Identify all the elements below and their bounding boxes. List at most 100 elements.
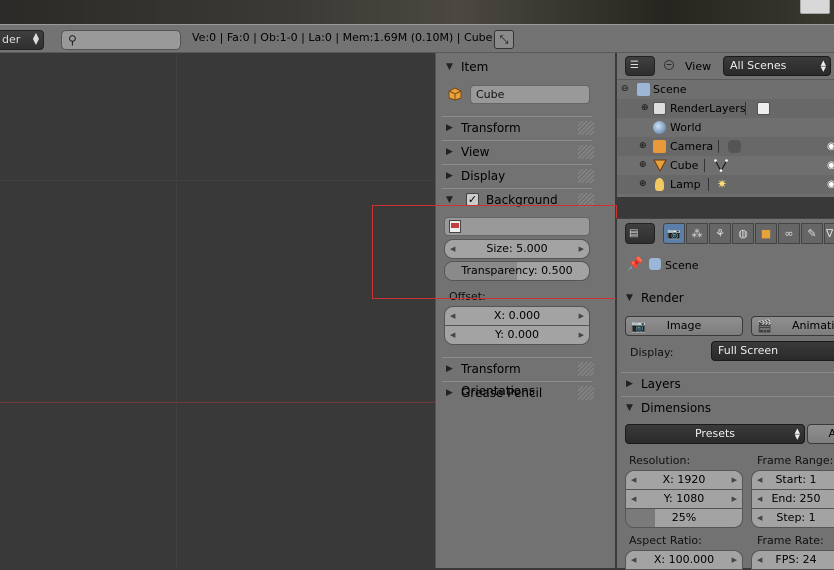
presets-label: Presets (694, 427, 736, 440)
outliner-row-world[interactable]: World (617, 118, 834, 137)
panel-render-header[interactable]: ▼ Render (621, 287, 834, 309)
tab-scene[interactable]: ⚘ (709, 223, 731, 244)
panel-display-header[interactable]: ▶ Display (442, 164, 594, 186)
drag-grip-icon[interactable] (578, 121, 594, 135)
frame-range-label: Frame Range: (757, 454, 834, 467)
offset-y-field[interactable]: ◀ Y: 0.000 ▶ (444, 325, 590, 345)
window-maximize-button[interactable] (800, 0, 830, 14)
fps-select[interactable]: ◀ FPS: 24 (751, 550, 834, 570)
mesh-data-icon[interactable] (714, 159, 728, 173)
increment-arrow-icon: ▶ (731, 476, 737, 484)
tab-modifiers[interactable]: ✎ (801, 223, 823, 244)
info-header: der ▲ ▼ ⚲ Ve:0 | Fa:0 | Ob:1-0 | La:0 | M… (0, 24, 834, 53)
collapse-toggle-icon[interactable]: − (664, 60, 674, 70)
fps-value: FPS: 24 (775, 553, 817, 566)
display-mode-select[interactable]: All Scenes ▲ ▼ (723, 56, 831, 76)
lamp-data-icon[interactable]: ✷ (717, 175, 727, 194)
outliner-row-cube[interactable]: ⊕ Cube ◉ (617, 156, 834, 175)
visibility-eye-icon[interactable]: ◉ (827, 156, 834, 175)
separator (745, 102, 746, 115)
outliner-item-label: Scene (653, 83, 687, 96)
visibility-eye-icon[interactable]: ◉ (827, 175, 834, 194)
presets-menu[interactable]: Presets ▲ ▼ (625, 424, 805, 444)
drag-grip-icon[interactable] (578, 169, 594, 183)
size-slider[interactable]: ◀ Size: 5.000 ▶ (444, 239, 590, 259)
render-animation-button[interactable]: 🎬 Animation (751, 316, 834, 336)
tab-world[interactable]: ◍ (732, 223, 754, 244)
resolution-percentage-slider[interactable]: 25% (625, 508, 743, 528)
panel-grease-pencil-header[interactable]: ▶ Grease Pencil (442, 381, 594, 403)
panel-background-image-header[interactable]: ▼ ✓ Background Image (442, 188, 594, 229)
offset-y-value: Y: 0.000 (495, 328, 539, 341)
desktop-top-strip (0, 0, 834, 24)
increment-arrow-icon: ▶ (578, 312, 584, 320)
render-layer-icon[interactable] (757, 102, 770, 115)
decrement-arrow-icon: ◀ (757, 476, 763, 484)
search-input[interactable]: ⚲ (61, 30, 181, 50)
outliner-row-scene[interactable]: ⊖ Scene (617, 80, 834, 99)
aspect-x-value: X: 100.000 (653, 553, 715, 566)
offset-x-field[interactable]: ◀ X: 0.000 ▶ (444, 306, 590, 326)
pin-icon[interactable]: 📌 (627, 257, 643, 272)
drag-grip-icon[interactable] (578, 386, 594, 400)
expand-icon: ⊕ (639, 179, 647, 189)
render-image-button[interactable]: 📷 Image (625, 316, 743, 336)
panel-item-header[interactable]: ▼ Item (442, 56, 592, 78)
scene-icon: ⚘ (715, 227, 725, 240)
resolution-x-field[interactable]: ◀ X: 1920 ▶ (625, 470, 743, 490)
panel-layers-header[interactable]: ▶ Layers (621, 372, 834, 394)
button-label: Animation (792, 319, 834, 332)
outliner-view-menu[interactable]: View (685, 60, 711, 73)
background-image-slot[interactable] (444, 217, 590, 236)
editor-type-label: der (2, 33, 21, 46)
expanded-triangle-icon: ▼ (626, 403, 633, 413)
panel-transform-orientations-header[interactable]: ▶ Transform Orientations (442, 357, 594, 398)
tab-render[interactable]: 📷 (663, 223, 685, 244)
aspect-x-field[interactable]: ◀ X: 100.000 ▶ (625, 550, 743, 570)
transparency-slider[interactable]: Transparency: 0.500 (444, 261, 590, 281)
drag-grip-icon[interactable] (578, 362, 594, 376)
panel-dimensions-header[interactable]: ▼ Dimensions (621, 396, 834, 418)
outliner-row-lamp[interactable]: ⊕ Lamp ✷ ◉ (617, 175, 834, 194)
editor-type-select[interactable]: der ▲ ▼ (0, 30, 44, 50)
frame-end-field[interactable]: ◀ End: 250 (751, 489, 834, 509)
object-cube-icon (448, 87, 462, 101)
panel-transform-header[interactable]: ▶ Transform (442, 116, 594, 138)
drag-grip-icon[interactable] (578, 145, 594, 159)
render-display-select[interactable]: Full Screen (711, 341, 834, 361)
properties-editor: ▤ 📷 ⁂ ⚘ ◍ ■ ∞ ✎ ∇ 📌 Scene ▼ Render 📷 Ima… (616, 218, 834, 570)
tab-constraints[interactable]: ∞ (778, 223, 800, 244)
tab-data[interactable]: ∇ (824, 223, 834, 244)
outliner: ☰ − View All Scenes ▲ ▼ ⊖ Scene ⊕ RenderL… (616, 53, 834, 197)
resolution-y-value: Y: 1080 (663, 492, 705, 505)
fullscreen-toggle-button[interactable]: ⤡ (494, 30, 514, 49)
add-preset-button[interactable]: A (807, 424, 834, 444)
visibility-eye-icon[interactable]: ◉ (827, 137, 834, 156)
display-mode-value: All Scenes (730, 59, 787, 72)
outliner-editor-type-select[interactable]: ☰ (625, 56, 655, 76)
button-label: Image (666, 319, 702, 332)
tab-render-layers[interactable]: ⁂ (686, 223, 708, 244)
properties-editor-type-select[interactable]: ▤ (625, 223, 655, 244)
world-icon (653, 121, 666, 134)
background-image-checkbox[interactable]: ✓ (466, 193, 479, 206)
frame-start-field[interactable]: ◀ Start: 1 (751, 470, 834, 490)
fullscreen-icon: ⤡ (499, 33, 509, 46)
updown-arrow-icon: ▲ ▼ (32, 31, 39, 46)
x-axis-line (0, 402, 435, 403)
panel-view-header[interactable]: ▶ View (442, 140, 594, 162)
camera-data-icon[interactable] (728, 140, 741, 153)
3d-viewport[interactable] (0, 53, 435, 568)
outliner-row-renderlayers[interactable]: ⊕ RenderLayers (617, 99, 834, 118)
collapse-icon: ⊖ (621, 84, 629, 94)
frame-step-field[interactable]: ◀ Step: 1 (751, 508, 834, 528)
object-cube-icon: ■ (760, 227, 772, 240)
updown-arrow-icon: ▲ ▼ (820, 59, 826, 73)
resolution-y-field[interactable]: ◀ Y: 1080 ▶ (625, 489, 743, 509)
drag-grip-icon[interactable] (578, 193, 594, 207)
object-name-field[interactable]: Cube (470, 85, 590, 104)
tab-object[interactable]: ■ (755, 223, 777, 244)
render-still-icon: 📷 (631, 319, 646, 333)
increment-arrow-icon: ▶ (731, 495, 737, 503)
outliner-row-camera[interactable]: ⊕ Camera ◉ (617, 137, 834, 156)
